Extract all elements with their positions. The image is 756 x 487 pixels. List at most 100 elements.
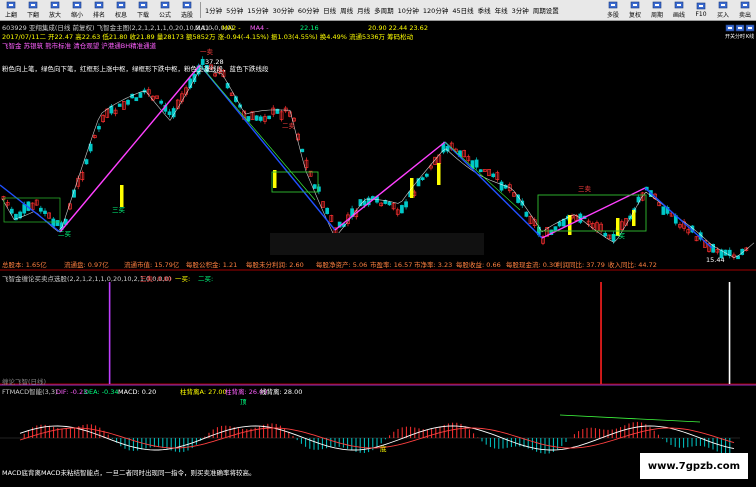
button-label: 下翻	[26, 12, 39, 19]
candle-body	[561, 218, 566, 227]
stat-10: 利润同比: 37.79	[556, 261, 605, 269]
period-15[interactable]: 周期设置	[531, 5, 561, 15]
info-line2: 2017/07/11二 开22.47 高22.63 低21.80 收21.89 …	[2, 33, 414, 41]
button-label: 放大	[48, 12, 61, 19]
candle-body	[38, 207, 43, 212]
side-button-0[interactable]: 开关	[725, 22, 735, 42]
pen-segment-4	[444, 141, 543, 239]
chart-area[interactable]: 603929 亚翔集成(日线 前复权) 飞智金主图(2,2,1,2,1,1,0,…	[0, 20, 756, 487]
period-13[interactable]: 年线	[493, 5, 510, 15]
stat-6: 市盈率: 16.57	[370, 261, 413, 269]
toolbar-button-8[interactable]: 选股	[176, 0, 198, 20]
toolbar-right-button-5[interactable]: 买入	[712, 0, 734, 20]
sell-icon	[740, 1, 750, 9]
formula-icon	[160, 1, 170, 9]
zoom-in-icon	[50, 1, 60, 9]
candle-body	[159, 100, 164, 104]
period-10[interactable]: 120分钟	[421, 5, 450, 15]
stat-1: 流通盘: 0.97亿	[64, 261, 109, 269]
button-label: 卖出	[738, 12, 751, 19]
marker-sell2: 二卖	[282, 122, 295, 130]
sub-pen-2	[444, 141, 521, 211]
period-7[interactable]: 月线	[355, 5, 372, 15]
stat-2: 流通市值: 15.79亿	[124, 261, 180, 269]
toolbar-button-2[interactable]: 放大	[44, 0, 66, 20]
period-1[interactable]: 5分钟	[224, 5, 245, 15]
period-4[interactable]: 60分钟	[296, 5, 321, 15]
toolbar-button-0[interactable]: 上翻	[0, 0, 22, 20]
highlight-candle-0	[120, 185, 124, 207]
candle-body	[126, 99, 130, 105]
side-button-2[interactable]: K线	[745, 22, 755, 42]
toolbar-button-1[interactable]: 下翻	[22, 0, 44, 20]
candle-body	[300, 148, 305, 153]
button-label: 选股	[180, 12, 193, 19]
period-12[interactable]: 季线	[476, 5, 493, 15]
period-6[interactable]: 周线	[338, 5, 355, 15]
toolbar-button-3[interactable]: 缩小	[66, 0, 88, 20]
button-label: 权息	[114, 12, 127, 19]
toolbar-right-button-3[interactable]: 画线	[668, 0, 690, 20]
period-8[interactable]: 多周期	[372, 5, 396, 15]
toolbar-button-5[interactable]: 权息	[110, 0, 132, 20]
ma2-label: MA2 -	[222, 24, 241, 32]
panel3-title: FTMACD智能(3,3)	[2, 388, 58, 396]
button-label: 买入	[716, 12, 729, 19]
stat-3: 每股公积金: 1.21	[186, 261, 238, 269]
draw-icon	[674, 1, 684, 9]
candle-body	[499, 181, 504, 191]
candle-body	[97, 126, 101, 130]
ma-value: 22.16	[300, 24, 319, 32]
low-price-label: 15.44	[706, 256, 725, 264]
candle-body	[424, 173, 429, 177]
period-9[interactable]: 10分钟	[396, 5, 421, 15]
divergence-line	[559, 414, 701, 423]
period-2[interactable]: 15分钟	[245, 5, 270, 15]
candle-body	[516, 194, 520, 203]
right-info: 20.90 22.44 23.62	[368, 24, 428, 32]
period-14[interactable]: 3分钟	[510, 5, 531, 15]
button-label: 排名	[92, 12, 105, 19]
candle-body	[167, 111, 172, 115]
period-0[interactable]: 1分钟	[203, 5, 224, 15]
stat-11: 收入同比: 44.72	[608, 261, 657, 269]
chart-canvas[interactable]	[0, 20, 756, 487]
panel3-footer: MACD底背离MACD未粘结智能点，一旦二者同时出现同一指令，则买卖准确率将较高…	[2, 469, 256, 477]
toolbar-right-button-0[interactable]: 多股	[602, 0, 624, 20]
legend-line: 粉色向上笔，绿色向下笔，红框形上涨中枢，绿框形下跌中枢，粉色上涨线段，蓝色下跌线…	[2, 65, 269, 73]
bar-divergence-a: 柱背离A: 27.00	[180, 388, 227, 396]
high-price-label: 37.28	[205, 58, 224, 66]
candle-body	[9, 208, 14, 214]
toolbar-right-button-6[interactable]: 卖出	[734, 0, 756, 20]
watermark: www.7gpzb.com	[640, 453, 748, 479]
period-3[interactable]: 30分钟	[271, 5, 296, 15]
panel2-footer: 缠论飞智(日线)	[2, 378, 47, 386]
side-button-1[interactable]: 分时	[735, 22, 745, 42]
pen-segment-5	[541, 187, 646, 239]
toolbar-button-6[interactable]: 下载	[132, 0, 154, 20]
pen-segment-2	[199, 64, 336, 231]
button-label: 画线	[672, 12, 685, 19]
toolbar-right-button-4[interactable]: F10	[690, 0, 712, 20]
period-11[interactable]: 45日线	[450, 5, 475, 15]
period-bar: 1分钟 5分钟 15分钟 30分钟 60分钟 日线 周线 月线 多周期 10分钟 120分钟 45日线…	[203, 0, 561, 20]
toolbar-right-buttons: 多股 复权 周期 画线 F10 买入 卖出	[602, 0, 756, 20]
pen-segment-0	[0, 184, 61, 233]
candle-body	[553, 226, 558, 231]
toolbar-right-button-1[interactable]: 复权	[624, 0, 646, 20]
candle-body	[404, 201, 408, 208]
button-label: 分时	[735, 34, 746, 40]
period-5[interactable]: 日线	[321, 5, 338, 15]
candle-body	[474, 159, 479, 168]
toolbar-button-4[interactable]: 排名	[88, 0, 110, 20]
candle-body	[134, 97, 139, 102]
ma1-label: MA1 -	[195, 24, 214, 32]
candle-body	[557, 221, 562, 227]
stat-7: 市净率: 3.23	[414, 261, 453, 269]
multi-stock-icon	[608, 1, 618, 9]
toolbar-right-button-2[interactable]: 周期	[646, 0, 668, 20]
toolbar-button-7[interactable]: 公式	[154, 0, 176, 20]
candle-body	[267, 115, 271, 120]
button-label: 下载	[136, 12, 149, 19]
candle-body	[22, 204, 27, 214]
